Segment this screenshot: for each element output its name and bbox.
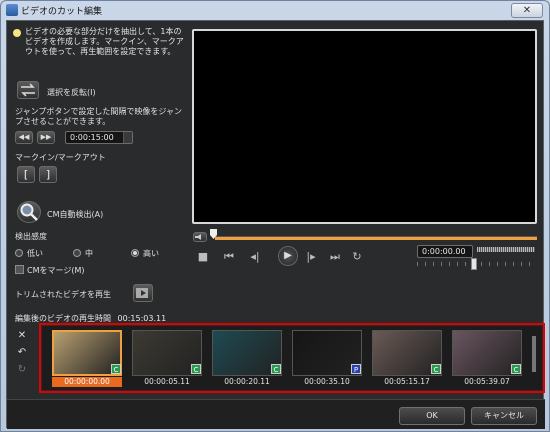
delete-clip-icon[interactable]: ✕: [15, 329, 29, 343]
magnifier-icon: [20, 203, 38, 221]
clip-thumbnail[interactable]: C 00:05:39.07: [452, 330, 522, 387]
play-button[interactable]: ▶: [278, 246, 298, 266]
clip-time: 00:05:15.17: [384, 377, 430, 386]
duration-caption: 編集後のビデオの再生時間: [15, 314, 111, 323]
window-title: ビデオのカット編集: [21, 7, 103, 17]
clip-thumbnail[interactable]: C 00:00:20.11: [212, 330, 282, 387]
clip-badge: C: [111, 364, 121, 374]
invert-selection-button[interactable]: [17, 81, 39, 99]
timecode-field[interactable]: 0:00:00.00: [417, 245, 473, 258]
cm-detect-label: CM自動検出(A): [47, 210, 104, 219]
cancel-button[interactable]: キャンセル: [471, 407, 537, 425]
clip-badge: C: [191, 364, 201, 374]
clip-thumbnail[interactable]: C 00:05:15.17: [372, 330, 442, 387]
sensitivity-label: 検出感度: [15, 232, 47, 241]
clip-badge: C: [431, 364, 441, 374]
trim-play-label: トリムされたビデオを再生: [15, 290, 111, 299]
skip-forward-icon: ⏭: [330, 250, 340, 263]
clip-time: 00:00:35.10: [304, 377, 350, 386]
rewind-icon: ◀◀: [18, 133, 30, 141]
sensitivity-low-radio[interactable]: [15, 249, 23, 257]
repeat-icon: ↻: [352, 250, 362, 263]
skip-back-icon: ⏮: [224, 250, 234, 263]
zoom-slider[interactable]: [417, 258, 537, 270]
sensitivity-medium-radio[interactable]: [73, 249, 81, 257]
previous-button[interactable]: ⏮: [221, 249, 237, 265]
clip-thumbnail[interactable]: C 00:00:05.11: [132, 330, 202, 387]
cm-detect-button[interactable]: [17, 201, 41, 223]
clip-time: 00:05:39.07: [464, 377, 510, 386]
strip-scrollbar[interactable]: [532, 336, 536, 372]
step-back-icon: ◂|: [250, 250, 260, 263]
sensitivity-medium-label: 中: [85, 249, 93, 258]
film-play-icon: [136, 288, 148, 298]
step-back-button[interactable]: ◂|: [247, 249, 263, 265]
dialog-footer: OK キャンセル: [7, 399, 545, 429]
fast-forward-icon: ▶▶: [40, 133, 52, 141]
bulb-icon: [13, 29, 21, 37]
volume-meter: [477, 247, 535, 252]
cm-merge-label: CMをマージ(M): [27, 266, 85, 275]
dialog-client: ビデオの必要な部分だけを抽出して、1本のビデオを作成します。マークイン、マークア…: [6, 20, 545, 429]
interval-spinner[interactable]: [123, 132, 132, 143]
trim-play-button[interactable]: [133, 284, 153, 302]
mark-out-button[interactable]: ]: [39, 166, 57, 183]
clip-thumbnail[interactable]: C 00:00:00.00: [52, 330, 122, 387]
clip-tools: ✕ ↶ ↻: [15, 329, 33, 389]
mark-out-icon: ]: [45, 168, 51, 181]
clip-strip: C 00:00:00.00 C 00:00:05.11 C 00:00:20.11 P 00:…: [42, 326, 542, 390]
swap-icon: [21, 83, 35, 97]
jump-description: ジャンプボタンで設定した間隔で映像をジャンプさせることができます。: [15, 107, 182, 126]
video-preview[interactable]: [192, 29, 537, 224]
mark-label: マークイン/マークアウト: [15, 153, 106, 162]
redo-icon[interactable]: ↻: [15, 363, 29, 377]
sensitivity-low-label: 低い: [27, 249, 43, 258]
sensitivity-high-radio[interactable]: [131, 249, 139, 257]
zoom-slider-knob[interactable]: [471, 258, 477, 270]
play-icon: ▶: [284, 250, 292, 261]
duration-value: 00:15:03.11: [117, 314, 167, 323]
step-forward-button[interactable]: |▸: [303, 249, 319, 265]
clip-time: 00:00:00.00: [52, 377, 122, 387]
repeat-button[interactable]: ↻: [349, 249, 365, 265]
zoom-ticks: [417, 262, 537, 266]
sensitivity-high-label: 高い: [143, 249, 159, 258]
close-icon[interactable]: ✕: [511, 3, 543, 18]
clip-time: 00:00:20.11: [224, 377, 270, 386]
timeline-range: [215, 237, 537, 240]
next-button[interactable]: ⏭: [327, 249, 343, 265]
app-icon: [6, 4, 18, 16]
invert-selection-label: 選択を反転(I): [47, 88, 96, 97]
clip-time: 00:00:05.11: [144, 377, 190, 386]
mark-in-button[interactable]: [: [17, 166, 35, 183]
timeline-start-button[interactable]: [193, 232, 207, 242]
cm-merge-checkbox[interactable]: [15, 265, 24, 274]
mark-in-icon: [: [23, 168, 29, 181]
clip-badge: P: [351, 364, 361, 374]
clip-thumbnail[interactable]: P 00:00:35.10: [292, 330, 362, 387]
title-bar: ビデオのカット編集 ✕: [1, 1, 549, 19]
step-forward-icon: |▸: [306, 250, 316, 263]
clip-badge: C: [511, 364, 521, 374]
timeline-bar[interactable]: [215, 236, 537, 240]
clip-badge: C: [271, 364, 281, 374]
jump-back-button[interactable]: ◀◀: [15, 131, 33, 144]
dialog-window: ビデオのカット編集 ✕ ビデオの必要な部分だけを抽出して、1本のビデオを作成しま…: [0, 0, 550, 432]
info-text: ビデオの必要な部分だけを抽出して、1本のビデオを作成します。マークイン、マークア…: [25, 27, 184, 56]
stop-icon: ■: [197, 250, 209, 263]
ok-button[interactable]: OK: [399, 407, 465, 425]
speaker-icon: [195, 234, 201, 240]
left-panel: ビデオの必要な部分だけを抽出して、1本のビデオを作成します。マークイン、マークア…: [7, 21, 187, 321]
stop-button[interactable]: ■: [195, 249, 211, 265]
jump-forward-button[interactable]: ▶▶: [37, 131, 55, 144]
undo-icon[interactable]: ↶: [15, 346, 29, 360]
